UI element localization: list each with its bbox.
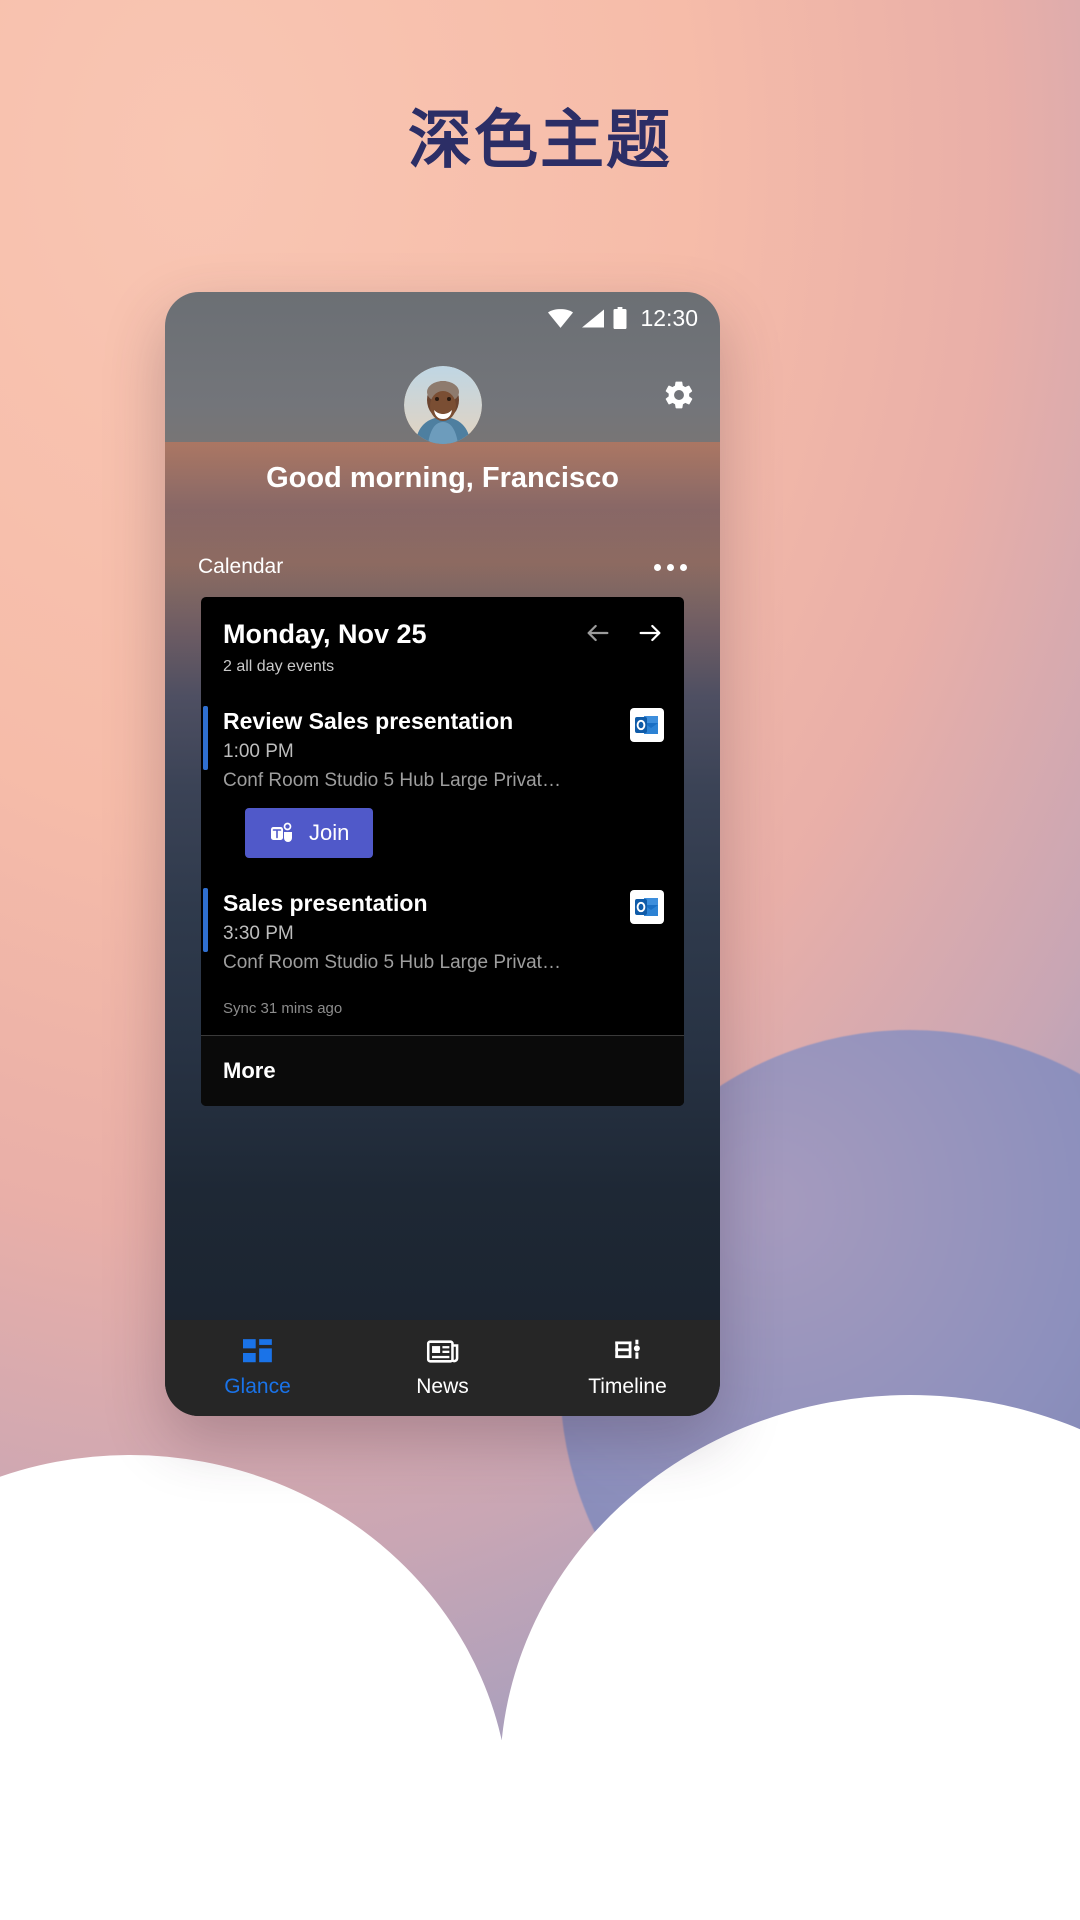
calendar-section-label: Calendar [198, 555, 284, 578]
event-title: Review Sales presentation [223, 708, 514, 734]
calendar-section: Calendar Monday, Nov 25 2 all day events [165, 555, 720, 1106]
calendar-section-header: Calendar [165, 555, 720, 579]
event-title: Sales presentation [223, 890, 428, 916]
more-button[interactable]: More [201, 1036, 684, 1106]
calendar-event[interactable]: Sales presentation 3:30 PM Conf Room Stu… [201, 874, 684, 974]
nav-label-timeline: Timeline [588, 1374, 667, 1398]
nav-item-timeline[interactable]: Timeline [535, 1338, 720, 1399]
event-time: 3:30 PM [223, 923, 294, 944]
calendar-card-header: Monday, Nov 25 2 all day events [201, 597, 684, 676]
wifi-icon [548, 308, 574, 328]
background-white-base [0, 1740, 1080, 1920]
bottom-navigation: Glance News Timeline [165, 1320, 720, 1416]
page-title: 深色主题 [408, 104, 672, 176]
avatar-image [403, 366, 482, 444]
event-time: 1:00 PM [223, 741, 294, 762]
calendar-subtitle: 2 all day events [223, 658, 335, 675]
nav-label-glance: Glance [224, 1374, 291, 1398]
calendar-card: Monday, Nov 25 2 all day events Review S… [201, 597, 684, 1106]
gear-icon[interactable] [662, 378, 696, 412]
cellular-signal-icon [582, 309, 605, 327]
arrow-right-icon[interactable] [636, 619, 664, 647]
battery-icon [613, 307, 627, 329]
phone-mockup: 12:30 Good morning, Francisco Calendar M… [165, 292, 720, 1416]
more-options-icon[interactable] [654, 563, 687, 571]
join-button-label: Join [309, 820, 350, 845]
teams-icon [271, 822, 292, 842]
greeting-text: Good morning, Francisco [266, 462, 619, 494]
calendar-event[interactable]: Review Sales presentation 1:00 PM Conf R… [201, 692, 684, 858]
event-accent-bar [203, 888, 208, 952]
profile-header: Good morning, Francisco [165, 344, 720, 524]
nav-item-glance[interactable]: Glance [165, 1338, 350, 1399]
status-bar: 12:30 [165, 292, 720, 344]
glance-grid-icon [242, 1338, 272, 1362]
join-button[interactable]: Join [245, 808, 374, 858]
event-location: Conf Room Studio 5 Hub Large Privat… [223, 952, 561, 973]
arrow-left-icon[interactable] [584, 619, 612, 647]
outlook-icon [630, 890, 664, 924]
timeline-icon [614, 1339, 640, 1359]
avatar[interactable] [403, 366, 482, 444]
event-location: Conf Room Studio 5 Hub Large Privat… [223, 770, 561, 791]
event-accent-bar [203, 706, 208, 770]
sync-status: Sync 31 mins ago [223, 1000, 343, 1017]
calendar-nav [584, 619, 664, 647]
nav-item-news[interactable]: News [350, 1338, 535, 1399]
outlook-icon [630, 708, 664, 742]
status-bar-time: 12:30 [640, 304, 698, 331]
nav-label-news: News [416, 1374, 469, 1398]
news-paper-icon [426, 1339, 458, 1363]
